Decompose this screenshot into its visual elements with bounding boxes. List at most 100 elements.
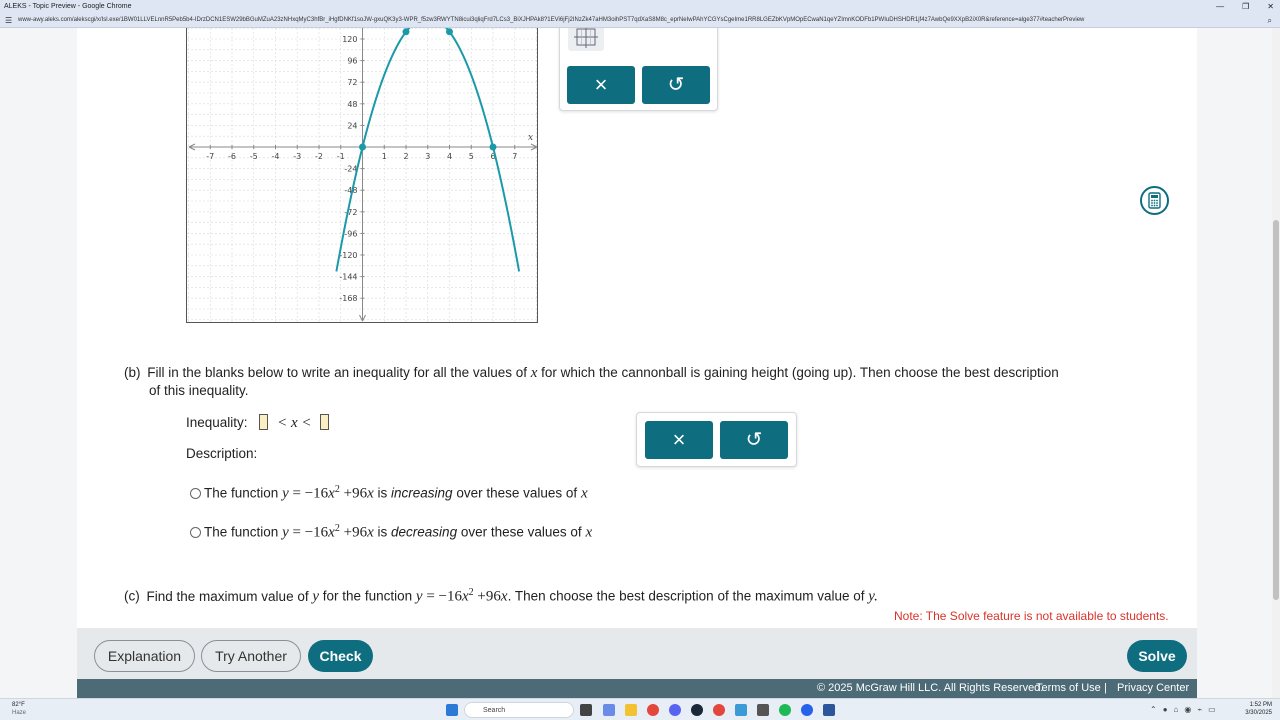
option-decreasing[interactable]: The function y = −16x2 +96x is decreasin… [190,520,592,542]
graph-tool-panel: × ↺ [559,28,718,111]
inequality-upper-blank[interactable] [320,414,330,430]
window-title: ALEKS - Topic Preview - Google Chrome [4,3,132,10]
url-text: www-awy.aleks.com/alekscgi/x/Isl.exe/1BW… [18,17,1085,23]
x-axis-label: x [528,133,533,143]
close-icon: × [594,72,608,97]
file-explorer-icon[interactable] [625,704,637,716]
inequality-middle: < x < [277,415,312,431]
x-tick-label: -5 [250,152,258,161]
grid-tool-icon[interactable] [568,28,604,51]
site-info-icon[interactable]: ☰ [5,13,12,27]
inequality-label: Inequality: [186,415,248,430]
explanation-button[interactable]: Explanation [94,640,195,672]
graph-point[interactable] [359,143,366,151]
y-tick-label: 24 [347,121,357,130]
privacy-link[interactable]: Privacy Center [1117,679,1189,698]
x-tick-label: -4 [272,152,280,161]
part-b-prompt: (b) Fill in the blanks below to write an… [124,365,1059,381]
solve-button[interactable]: Solve [1127,640,1187,672]
x-tick-label: 7 [512,152,517,161]
graph-point[interactable] [402,28,410,36]
x-tick-label: -2 [315,152,323,161]
address-bar[interactable]: ☰ www-awy.aleks.com/alekscgi/x/Isl.exe/1… [0,13,1280,28]
x-tick-label: -3 [293,152,301,161]
graph-canvas[interactable]: -7 -6 -5 -4 -3 -2 -1 1 2 3 4 5 6 712096724824-24-48-7… [187,28,539,323]
app-icon[interactable] [801,704,813,716]
x-tick-label: 5 [469,152,474,161]
window-titlebar: ALEKS - Topic Preview - Google Chrome — … [0,0,1280,13]
discord-icon[interactable] [669,704,681,716]
close-icon: × [672,427,686,452]
undo-icon: ↺ [667,74,685,96]
close-icon[interactable]: ✕ [1267,0,1274,13]
copilot-icon[interactable] [603,704,615,716]
snipping-tool-icon[interactable] [735,704,747,716]
inequality-row: Inequality: < x < [186,414,334,432]
graph-clear-button[interactable]: × [567,66,635,104]
windows-taskbar: 82°F Haze Search ⌃●⌂◉⌁▭ 1:52 PM 3/30/202… [0,698,1280,720]
radio-increasing[interactable] [190,487,201,499]
restore-icon[interactable]: ❐ [1242,0,1249,13]
description-label: Description: [186,446,258,461]
try-another-button[interactable]: Try Another [201,640,301,672]
y-tick-label: 72 [347,78,357,87]
solve-note: Note: The Solve feature is not available… [894,609,1169,623]
inequality-lower-blank[interactable] [259,414,269,430]
calculator-icon [1148,192,1161,209]
y-tick-label: -120 [339,251,357,260]
page-scrollbar[interactable] [1272,28,1280,698]
y-tick-label: 96 [347,57,357,66]
scroll-thumb[interactable] [1273,220,1279,600]
weather-widget[interactable]: 82°F Haze [12,701,26,717]
part-b-prompt-line2: of this inequality. [149,383,249,398]
x-tick-label: -1 [337,152,345,161]
copyright: © 2025 McGraw Hill LLC. All Rights Reser… [817,682,1044,694]
weather-temp: 82°F [12,702,25,708]
x-tick-label: 1 [382,152,387,161]
x-tick-label: 3 [425,152,430,161]
word-icon[interactable] [823,704,835,716]
calculator-app-icon[interactable] [757,704,769,716]
x-tick-label: -6 [228,152,236,161]
page-viewport: -7 -6 -5 -4 -3 -2 -1 1 2 3 4 5 6 7 120 96 72 48 24 -24 -48 -7… [0,28,1280,698]
part-c-label: (c) [124,588,140,604]
spotify-icon[interactable] [779,704,791,716]
windows-start-icon[interactable] [446,704,458,716]
parabola-graph[interactable]: -7 -6 -5 -4 -3 -2 -1 1 2 3 4 5 6 7 120 96 72 48 24 -24 -48 -7… [186,28,539,323]
y-tick-label: 48 [347,100,357,109]
minimize-icon[interactable]: — [1216,0,1224,13]
answer-tool-panel: × ↺ [636,412,797,467]
graph-point[interactable] [446,28,453,36]
weather-desc: Haze [12,710,27,716]
radio-decreasing[interactable] [190,526,201,538]
terms-link[interactable]: Terms of Use [1036,679,1101,698]
chrome-active-icon[interactable] [713,704,725,716]
x-tick-label: 2 [403,152,408,161]
zoom-icon[interactable]: ⌕ [1263,13,1272,27]
check-button[interactable]: Check [308,640,373,672]
task-view-icon[interactable] [580,704,592,716]
graph-point[interactable] [489,143,497,151]
aleks-content: -7 -6 -5 -4 -3 -2 -1 1 2 3 4 5 6 7 120 96 72 48 24 -24 -48 -7… [77,28,1197,698]
undo-icon: ↺ [745,429,763,451]
x-tick-label: 4 [447,152,452,161]
footer: © 2025 McGraw Hill LLC. All Rights Reser… [77,679,1197,698]
chrome-icon[interactable] [647,704,659,716]
taskbar-search[interactable]: Search [464,702,574,718]
option-increasing[interactable]: The function y = −16x2 +96x is increasin… [190,481,588,503]
answer-clear-button[interactable]: × [645,421,713,459]
clock-time: 1:52 PM [1249,702,1272,708]
y-tick-label: -96 [344,229,357,238]
part-b-label: (b) [124,365,141,380]
y-tick-label: -144 [339,273,357,282]
steam-icon[interactable] [691,704,703,716]
clock-date: 3/30/2025 [1245,710,1272,716]
system-tray[interactable]: ⌃●⌂◉⌁▭ [1150,705,1222,714]
part-c-prompt: (c) Find the maximum value of y for the … [124,587,878,605]
graph-undo-button[interactable]: ↺ [642,66,710,104]
y-tick-label: 120 [342,35,357,44]
action-bar: Explanation Try Another Check Solve [77,628,1197,679]
answer-undo-button[interactable]: ↺ [720,421,788,459]
calculator-button[interactable] [1140,186,1169,215]
clock[interactable]: 1:52 PM 3/30/2025 [1240,701,1272,717]
